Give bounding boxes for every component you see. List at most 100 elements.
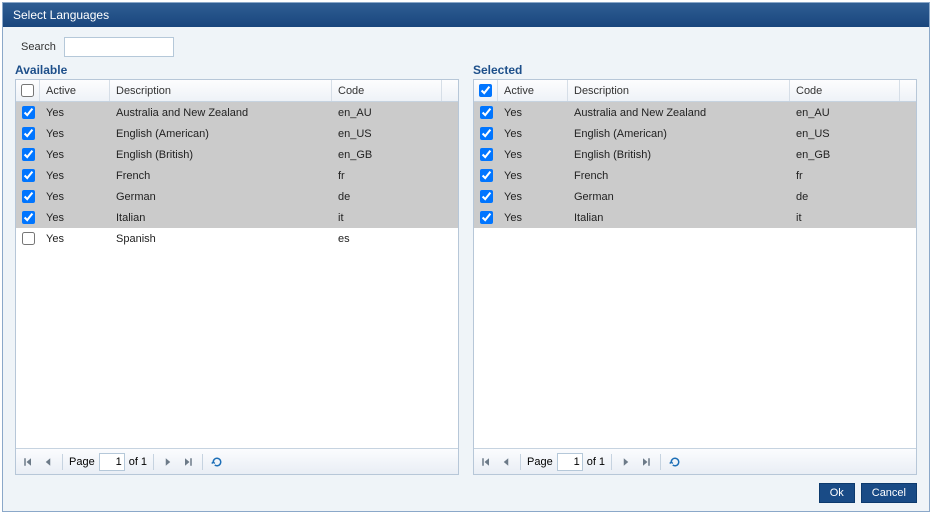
table-row[interactable]: YesEnglish (American)en_US — [474, 123, 916, 144]
row-description: Italian — [110, 207, 332, 228]
row-checkbox[interactable] — [22, 190, 35, 203]
row-checkbox[interactable] — [22, 232, 35, 245]
row-checkbox[interactable] — [480, 127, 493, 140]
row-code: de — [790, 186, 900, 207]
selected-grid: Active Description Code YesAustralia and… — [473, 79, 917, 475]
table-row[interactable]: YesGermande — [16, 186, 458, 207]
row-description: Spanish — [110, 228, 332, 249]
selected-panel: Selected Active Description Code YesAust… — [473, 63, 917, 475]
refresh-icon[interactable] — [209, 454, 225, 470]
row-checkbox[interactable] — [480, 190, 493, 203]
table-row[interactable]: YesEnglish (British)en_GB — [474, 144, 916, 165]
table-row[interactable]: YesItalianit — [474, 207, 916, 228]
table-row[interactable]: YesAustralia and New Zealanden_AU — [474, 102, 916, 123]
table-row[interactable]: YesGermande — [474, 186, 916, 207]
row-checkbox[interactable] — [22, 169, 35, 182]
pager-page-label: Page — [69, 456, 95, 468]
ok-button[interactable]: Ok — [819, 483, 855, 503]
row-checkbox-cell — [474, 144, 498, 165]
prev-page-icon[interactable] — [40, 454, 56, 470]
table-row[interactable]: YesAustralia and New Zealanden_AU — [16, 102, 458, 123]
next-page-icon[interactable] — [618, 454, 634, 470]
table-row[interactable]: YesEnglish (British)en_GB — [16, 144, 458, 165]
column-header-description[interactable]: Description — [110, 80, 332, 101]
table-row[interactable]: YesSpanishes — [16, 228, 458, 249]
row-checkbox[interactable] — [22, 106, 35, 119]
pager-separator — [660, 454, 661, 470]
panels: Available Active Description Code YesAus… — [15, 63, 917, 475]
first-page-icon[interactable] — [20, 454, 36, 470]
row-active: Yes — [498, 123, 568, 144]
row-checkbox[interactable] — [480, 106, 493, 119]
next-page-icon[interactable] — [160, 454, 176, 470]
row-end — [442, 207, 458, 228]
row-checkbox-cell — [16, 144, 40, 165]
row-checkbox-cell — [16, 123, 40, 144]
row-description: English (American) — [110, 123, 332, 144]
column-header-code[interactable]: Code — [332, 80, 442, 101]
table-row[interactable]: YesFrenchfr — [16, 165, 458, 186]
pager-page-input[interactable] — [99, 453, 125, 471]
available-select-all-checkbox[interactable] — [21, 84, 34, 97]
column-header-active[interactable]: Active — [498, 80, 568, 101]
row-active: Yes — [40, 165, 110, 186]
row-checkbox[interactable] — [22, 211, 35, 224]
row-end — [900, 165, 916, 186]
last-page-icon[interactable] — [638, 454, 654, 470]
row-description: English (British) — [568, 144, 790, 165]
dialog-body: Search Available Active Description Code — [3, 27, 929, 511]
row-code: en_GB — [332, 144, 442, 165]
pager-separator — [153, 454, 154, 470]
column-header-active[interactable]: Active — [40, 80, 110, 101]
refresh-icon[interactable] — [667, 454, 683, 470]
column-header-code[interactable]: Code — [790, 80, 900, 101]
row-checkbox[interactable] — [22, 127, 35, 140]
row-end — [900, 144, 916, 165]
available-title: Available — [15, 63, 459, 77]
row-code: en_US — [332, 123, 442, 144]
dialog-title-text: Select Languages — [13, 8, 109, 22]
selected-select-all-checkbox[interactable] — [479, 84, 492, 97]
table-row[interactable]: YesItalianit — [16, 207, 458, 228]
selected-grid-header: Active Description Code — [474, 80, 916, 102]
search-input[interactable] — [64, 37, 174, 57]
row-code: de — [332, 186, 442, 207]
last-page-icon[interactable] — [180, 454, 196, 470]
first-page-icon[interactable] — [478, 454, 494, 470]
row-end — [442, 186, 458, 207]
row-end — [900, 102, 916, 123]
row-end — [442, 165, 458, 186]
pager-separator — [520, 454, 521, 470]
row-checkbox-cell — [474, 186, 498, 207]
search-label: Search — [21, 41, 56, 53]
row-end — [442, 144, 458, 165]
cancel-button[interactable]: Cancel — [861, 483, 917, 503]
row-checkbox-cell — [474, 102, 498, 123]
row-description: French — [110, 165, 332, 186]
table-row[interactable]: YesEnglish (American)en_US — [16, 123, 458, 144]
row-code: en_AU — [332, 102, 442, 123]
row-active: Yes — [40, 144, 110, 165]
row-checkbox[interactable] — [22, 148, 35, 161]
pager-of-label: of 1 — [587, 456, 605, 468]
row-checkbox[interactable] — [480, 169, 493, 182]
column-header-description[interactable]: Description — [568, 80, 790, 101]
row-end — [900, 186, 916, 207]
row-checkbox-cell — [16, 165, 40, 186]
row-description: Australia and New Zealand — [568, 102, 790, 123]
selected-pager: Page of 1 — [474, 448, 916, 474]
row-checkbox[interactable] — [480, 148, 493, 161]
available-panel: Available Active Description Code YesAus… — [15, 63, 459, 475]
pager-separator — [202, 454, 203, 470]
row-checkbox[interactable] — [480, 211, 493, 224]
pager-page-input[interactable] — [557, 453, 583, 471]
row-checkbox-cell — [16, 228, 40, 249]
dialog-title: Select Languages — [3, 3, 929, 27]
selected-header-checkbox-cell — [474, 80, 498, 101]
row-code: it — [332, 207, 442, 228]
prev-page-icon[interactable] — [498, 454, 514, 470]
row-code: it — [790, 207, 900, 228]
table-row[interactable]: YesFrenchfr — [474, 165, 916, 186]
selected-title: Selected — [473, 63, 917, 77]
dialog-footer: Ok Cancel — [15, 475, 917, 503]
